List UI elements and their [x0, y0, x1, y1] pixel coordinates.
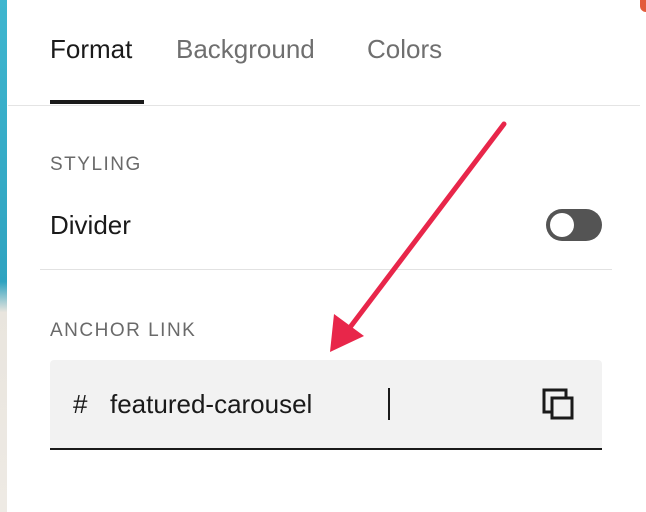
- divider-toggle[interactable]: [546, 209, 602, 241]
- divider-label: Divider: [50, 210, 131, 240]
- toggle-knob: [550, 213, 574, 237]
- tab-format[interactable]: Format: [50, 34, 132, 65]
- background-page-right-corner: [640, 0, 646, 12]
- active-tab-indicator: [50, 100, 144, 104]
- styling-section-label: STYLING: [50, 154, 142, 175]
- block-settings-panel: Format Background Colors STYLING Divider…: [8, 0, 640, 512]
- tab-colors[interactable]: Colors: [367, 34, 442, 65]
- copy-icon: [542, 388, 574, 420]
- hash-prefix: #: [73, 389, 88, 419]
- text-caret: [388, 388, 390, 420]
- section-divider: [40, 269, 612, 270]
- screenshot-stage: Format Background Colors STYLING Divider…: [0, 0, 646, 512]
- anchor-link-field: #: [50, 360, 602, 450]
- tab-bar: Format Background Colors: [8, 0, 640, 106]
- background-page-left-edge: [0, 0, 7, 512]
- copy-button[interactable]: [540, 386, 578, 424]
- anchor-link-input[interactable]: [108, 384, 530, 424]
- anchor-link-section-label: ANCHOR LINK: [50, 320, 197, 341]
- tab-background[interactable]: Background: [176, 34, 315, 65]
